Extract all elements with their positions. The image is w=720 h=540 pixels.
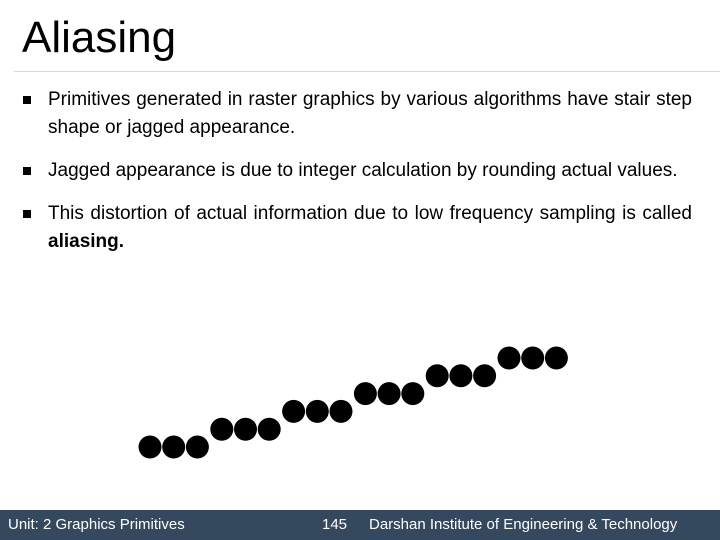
aliasing-staircase-illustration [138,346,568,459]
pixel-dot [401,382,425,406]
pixel-dot [305,399,329,423]
pixel-dot [425,364,449,388]
footer-bar: Unit: 2 Graphics Primitives 145 Darshan … [0,510,720,540]
pixel-dot [162,435,186,459]
footer-page-number: 145 [322,516,348,533]
pixel-dot [138,435,162,459]
pixel-dot [329,399,353,423]
pixel-dot [473,364,497,388]
pixel-dot [449,364,473,388]
pixel-dot [257,417,281,441]
pixel-dot [353,382,377,406]
pixel-dot [497,346,521,370]
pixel-dot [185,435,209,459]
pixel-dot [282,399,306,423]
pixel-dot [544,346,568,370]
pixel-dot [521,346,545,370]
pixel-dot [234,417,257,441]
pixel-dot [377,382,401,406]
footer-institute: Darshan Institute of Engineering & Techn… [369,516,678,533]
pixel-dot [210,417,234,441]
footer-unit: Unit: 2 Graphics Primitives [8,516,185,533]
